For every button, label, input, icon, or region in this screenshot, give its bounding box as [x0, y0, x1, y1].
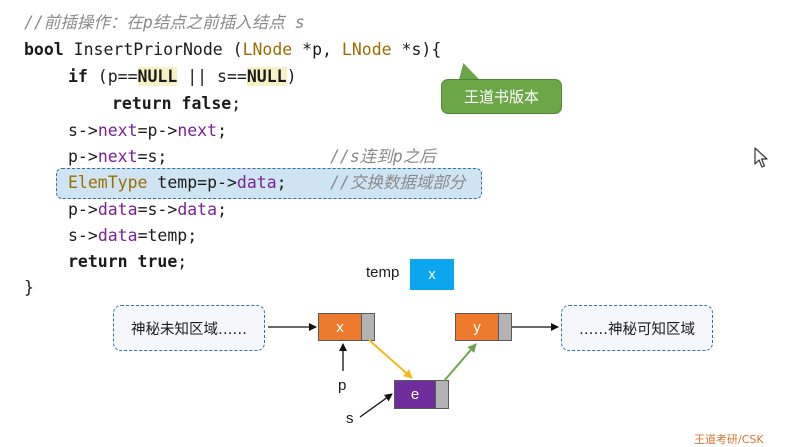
diagram-arrows — [268, 323, 559, 418]
arrow-s-pointer — [359, 393, 393, 418]
footer-watermark: 王道考研/CSK — [694, 433, 764, 446]
arrow-s-next-to-next — [443, 343, 477, 382]
arrow-p-next-to-s — [368, 339, 413, 379]
